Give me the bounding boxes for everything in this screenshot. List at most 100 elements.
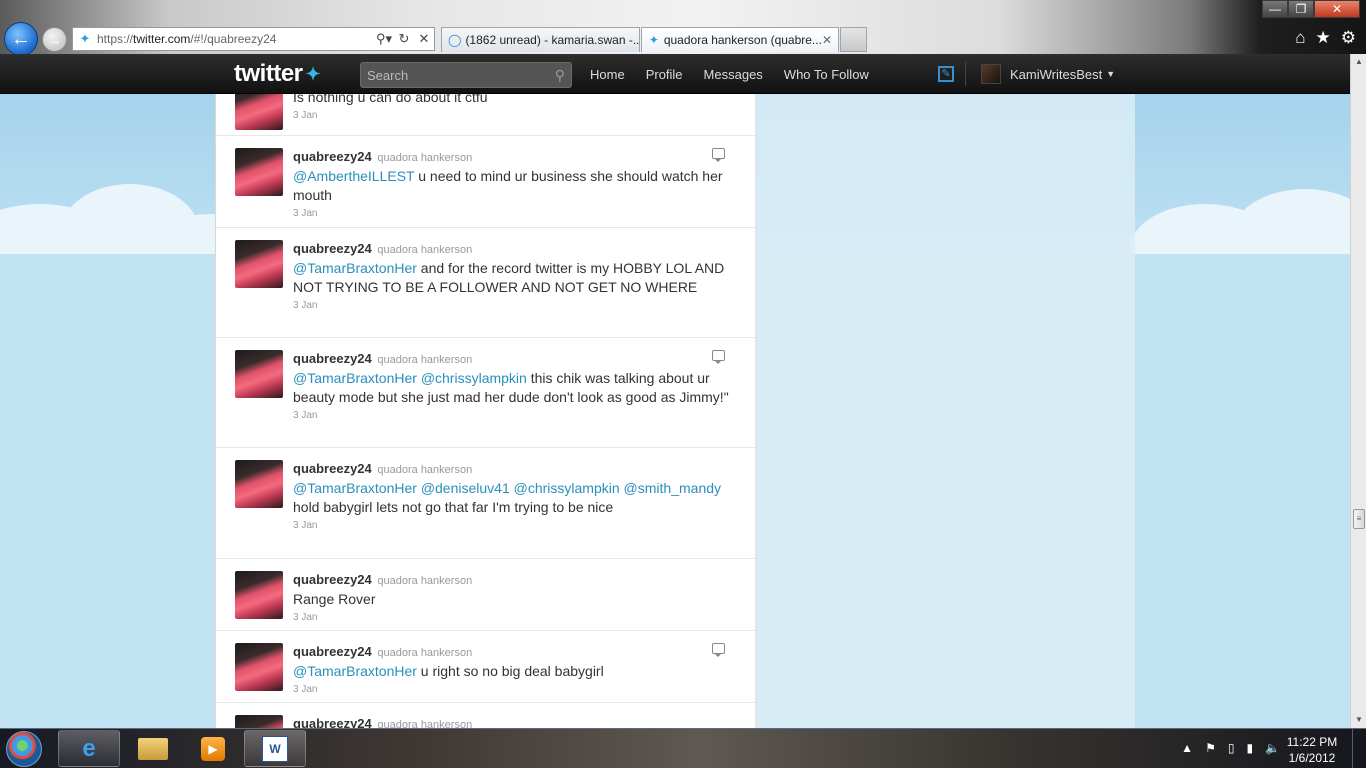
power-icon[interactable]: ▯	[1228, 741, 1235, 755]
folder-icon	[138, 737, 168, 760]
mention-link[interactable]: @chrissylampkin	[514, 480, 620, 496]
search-icon[interactable]: ⚲▾	[374, 31, 394, 47]
tweet[interactable]: quabreezy24 quadora hankerson @TamarBrax…	[216, 338, 755, 448]
tweet-avatar[interactable]	[235, 94, 283, 130]
nav-messages[interactable]: Messages	[704, 67, 763, 82]
tweet-handle[interactable]: quabreezy24	[293, 351, 372, 366]
tweet-date[interactable]: 3 Jan	[293, 110, 737, 121]
tweet-date[interactable]: 3 Jan	[293, 520, 737, 531]
ie-page-icon: ◯	[448, 33, 462, 47]
close-window-button[interactable]: ✕	[1314, 0, 1360, 18]
stop-icon[interactable]: ✕	[414, 31, 434, 47]
url-host: twitter.com	[133, 32, 191, 46]
twitter-logo[interactable]: twitter ✦	[234, 60, 321, 87]
logo-text: twitter	[234, 60, 303, 87]
tweet[interactable]: quabreezy24 quadora hankerson @TamarBrax…	[216, 448, 755, 559]
account-menu[interactable]: KamiWritesBest ▼	[981, 64, 1115, 84]
internet-explorer-icon: e	[82, 734, 96, 762]
tweet-avatar[interactable]	[235, 148, 283, 196]
windows-taskbar: e ▶ W ▲ ⚑ ▯ ▮ 🔈 11:22 PM 1/6/2012	[0, 728, 1366, 768]
tweet-avatar[interactable]	[235, 240, 283, 288]
tweet-handle[interactable]: quabreezy24	[293, 461, 372, 476]
favorites-star-icon[interactable]: ★	[1316, 28, 1331, 48]
volume-icon[interactable]: 🔈	[1265, 741, 1280, 755]
taskbar-word[interactable]: W	[244, 730, 306, 767]
nav-who-to-follow[interactable]: Who To Follow	[784, 67, 869, 82]
taskbar-media-player[interactable]: ▶	[182, 730, 244, 767]
media-player-icon: ▶	[201, 736, 225, 761]
home-icon[interactable]: ⌂	[1295, 28, 1305, 48]
search-icon[interactable]: ⚲	[555, 67, 565, 84]
search-input[interactable]: Search ⚲	[360, 62, 572, 88]
tweet-handle[interactable]: quabreezy24	[293, 241, 372, 256]
tweet-avatar[interactable]	[235, 460, 283, 508]
mention-link[interactable]: @TamarBraxtonHer	[293, 370, 417, 386]
nav-home[interactable]: Home	[590, 67, 625, 82]
tweet[interactable]: quabreezy24 quadora hankerson	[216, 703, 755, 728]
compose-tweet-icon[interactable]: ✎	[938, 66, 954, 82]
tweet[interactable]: quabreezy24 quadora hankerson @AmbertheI…	[216, 136, 755, 228]
clock-date: 1/6/2012	[1288, 751, 1336, 765]
tweet-text: hold babygirl lets not go that far I'm t…	[293, 499, 614, 515]
scroll-up-arrow-icon[interactable]: ▲	[1351, 54, 1366, 70]
mention-link[interactable]: @TamarBraxtonHer	[293, 663, 417, 679]
refresh-icon[interactable]: ↻	[394, 31, 414, 47]
tweet-avatar[interactable]	[235, 571, 283, 619]
nav-profile[interactable]: Profile	[646, 67, 683, 82]
network-signal-icon[interactable]: ▮	[1246, 741, 1253, 755]
vertical-scrollbar[interactable]: ▲ ≡ ▼	[1350, 54, 1366, 728]
mention-link[interactable]: @AmbertheILLEST	[293, 168, 414, 184]
clock-time: 11:22 PM	[1286, 735, 1338, 749]
taskbar-windows-explorer[interactable]	[122, 730, 184, 767]
tweet-fullname: quadora hankerson	[377, 575, 473, 587]
back-arrow-icon[interactable]: ←	[4, 22, 38, 56]
tweet-fullname: quadora hankerson	[377, 464, 473, 476]
url-path: /#!/quabreezy24	[190, 32, 277, 46]
close-tab-icon[interactable]: ✕	[822, 33, 832, 47]
tweet-handle[interactable]: quabreezy24	[293, 572, 372, 587]
browser-tab-mail[interactable]: ◯ (1862 unread) - kamaria.swan -...	[441, 27, 640, 52]
tweet-fullname: quadora hankerson	[377, 647, 473, 659]
tweet-handle[interactable]: quabreezy24	[293, 644, 372, 659]
tweet-date[interactable]: 3 Jan	[293, 300, 737, 311]
tweet[interactable]: quabreezy24 quadora hankerson @TamarBrax…	[216, 228, 755, 338]
minimize-button[interactable]: —	[1262, 0, 1288, 18]
tweet-date[interactable]: 3 Jan	[293, 684, 737, 695]
start-button[interactable]	[6, 731, 42, 767]
address-bar[interactable]: ✦ https://twitter.com/#!/quabreezy24 ⚲▾ …	[72, 27, 435, 51]
tweet[interactable]: Is nothing u can do about it ctfu 3 Jan	[216, 94, 755, 136]
mention-link[interactable]: @TamarBraxtonHer	[293, 480, 417, 496]
show-desktop-button[interactable]	[1352, 729, 1366, 768]
tweet[interactable]: quabreezy24 quadora hankerson Range Rove…	[216, 559, 755, 631]
tweet-date[interactable]: 3 Jan	[293, 612, 737, 623]
maximize-button[interactable]: ❐	[1288, 0, 1314, 18]
taskbar-internet-explorer[interactable]: e	[58, 730, 120, 767]
tweet-avatar[interactable]	[235, 715, 283, 728]
show-hidden-icons-icon[interactable]: ▲	[1181, 741, 1193, 755]
mention-link[interactable]: @chrissylampkin	[421, 370, 527, 386]
twitter-favicon-icon: ✦	[648, 33, 659, 47]
forward-arrow-icon[interactable]: →	[42, 27, 67, 52]
system-clock[interactable]: 11:22 PM 1/6/2012	[1284, 734, 1340, 766]
tweet-handle[interactable]: quabreezy24	[293, 716, 372, 728]
scrollbar-thumb[interactable]: ≡	[1353, 509, 1365, 529]
tweet-handle[interactable]: quabreezy24	[293, 149, 372, 164]
mention-link[interactable]: @deniseluv41	[421, 480, 510, 496]
tweet-avatar[interactable]	[235, 350, 283, 398]
twitter-favicon-icon: ✦	[79, 31, 91, 46]
address-url[interactable]: https://twitter.com/#!/quabreezy24	[97, 32, 374, 46]
scroll-down-arrow-icon[interactable]: ▼	[1351, 712, 1366, 728]
tweet-date[interactable]: 3 Jan	[293, 410, 737, 421]
tweet-fullname: quadora hankerson	[377, 354, 473, 366]
new-tab-button[interactable]	[840, 27, 867, 52]
tweet-avatar[interactable]	[235, 643, 283, 691]
mention-link[interactable]: @TamarBraxtonHer	[293, 260, 417, 276]
tools-gear-icon[interactable]: ⚙	[1341, 28, 1356, 48]
mention-link[interactable]: @smith_mandy	[624, 480, 721, 496]
action-center-flag-icon[interactable]: ⚑	[1205, 741, 1216, 755]
tweet-date[interactable]: 3 Jan	[293, 208, 737, 219]
avatar	[981, 64, 1001, 84]
tweet[interactable]: quabreezy24 quadora hankerson @TamarBrax…	[216, 631, 755, 703]
browser-tab-twitter[interactable]: ✦ quadora hankerson (quabre... ✕	[641, 27, 839, 52]
url-scheme: https://	[97, 32, 134, 46]
